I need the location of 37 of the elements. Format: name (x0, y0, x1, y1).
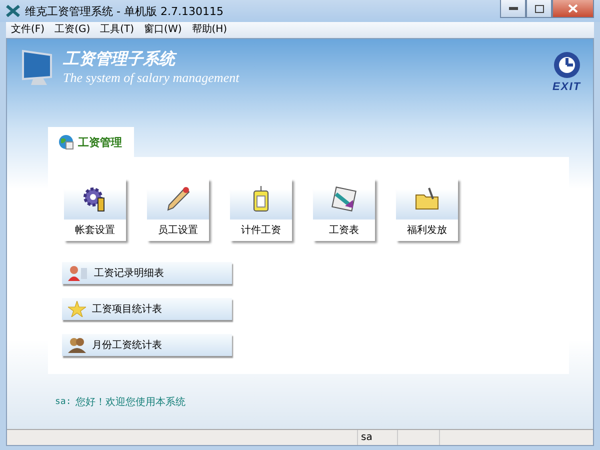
close-button[interactable] (552, 0, 594, 18)
app-logo-icon (6, 5, 20, 17)
module-tile[interactable]: 帐套设置 (64, 179, 126, 241)
system-subtitle: The system of salary management (63, 70, 240, 86)
status-cell: sa (357, 430, 397, 445)
report-button[interactable]: 月份工资统计表 (62, 334, 232, 356)
globe-icon (58, 134, 74, 150)
tab[interactable]: 工资管理 (48, 127, 134, 157)
module-tile[interactable]: 计件工资 (230, 179, 292, 241)
spreadsheet-icon (331, 186, 357, 212)
welcome-message: 您好！欢迎您使用本系统 (75, 396, 186, 408)
menu-item[interactable]: 工资(G) (50, 22, 96, 38)
pencil-icon (165, 186, 191, 212)
module-tile[interactable]: 员工设置 (147, 179, 209, 241)
exit-button[interactable]: EXIT (552, 51, 581, 93)
module-tile[interactable]: 福利发放 (396, 179, 458, 241)
report-button[interactable]: 工资项目统计表 (62, 298, 232, 320)
system-title: 工资管理子系统 (63, 49, 178, 70)
star-icon (68, 301, 86, 317)
report-button[interactable]: 工资记录明细表 (62, 262, 232, 284)
monitor-icon (21, 49, 55, 87)
people-icon (68, 337, 86, 353)
window-title: 维克工资管理系统 - 单机版 2.7.130115 (25, 4, 224, 18)
menu-item[interactable]: 工具(T) (95, 22, 140, 38)
minimize-icon (508, 7, 518, 10)
menu-item[interactable]: 窗口(W) (139, 22, 187, 38)
exit-icon (552, 51, 581, 79)
maximize-button[interactable] (526, 0, 552, 18)
module-tile[interactable]: 工资表 (313, 179, 375, 241)
minimize-button[interactable] (500, 0, 526, 18)
menu-item[interactable]: 文件(F) (6, 22, 50, 38)
person-icon (68, 265, 88, 281)
folder-icon (414, 186, 440, 212)
user-name: sa: (55, 396, 72, 406)
maximize-icon (534, 4, 544, 12)
close-icon (568, 4, 578, 13)
menu-item[interactable]: 帮助(H) (186, 22, 232, 38)
